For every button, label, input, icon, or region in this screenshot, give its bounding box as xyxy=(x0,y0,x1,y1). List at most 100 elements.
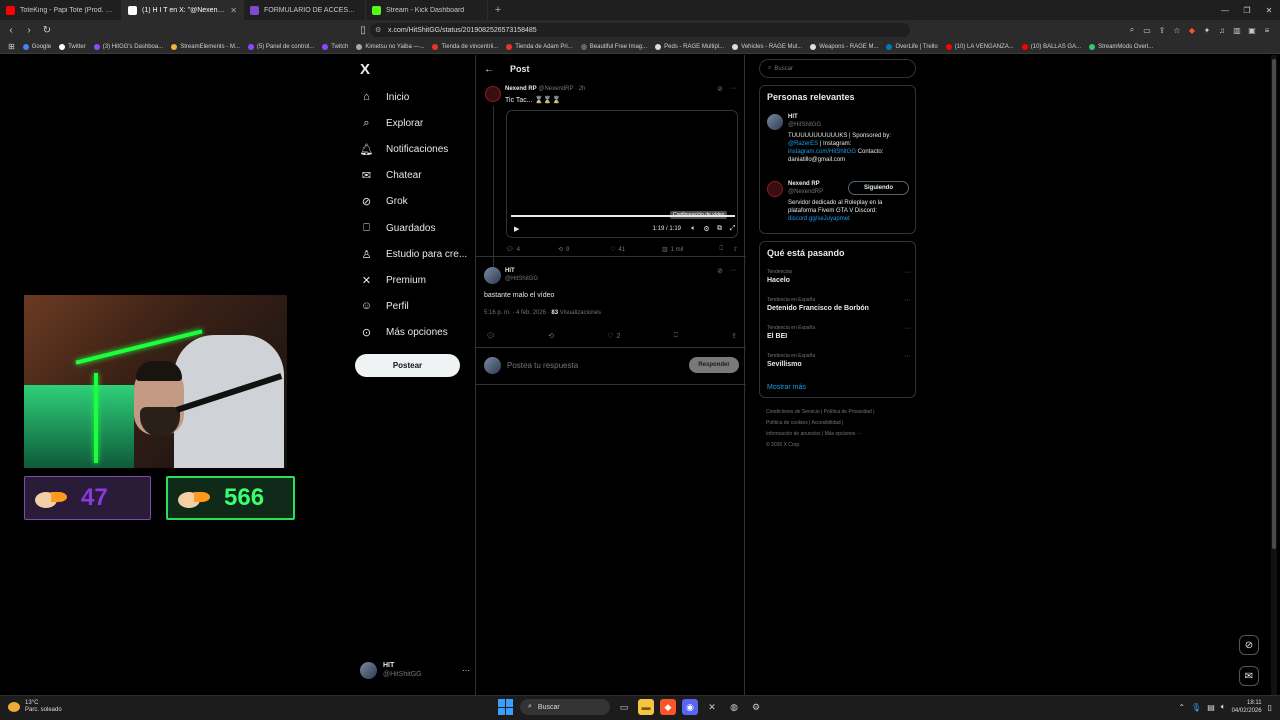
notifications-icon[interactable]: ▯ xyxy=(1268,703,1272,712)
zoom-icon[interactable]: ⌕ xyxy=(1127,23,1137,37)
post-author-name[interactable]: Nexend RP xyxy=(505,86,537,92)
cast-icon[interactable]: ▭ xyxy=(1142,23,1152,37)
system-clock[interactable]: 18:11 04/02/2026 xyxy=(1232,699,1262,715)
back-arrow-icon[interactable]: ← xyxy=(484,64,494,75)
avatar[interactable] xyxy=(767,114,783,130)
x-logo[interactable]: X xyxy=(360,61,370,78)
trend-item[interactable]: Tendencias Hacelo ··· xyxy=(767,269,911,284)
bookmark-item[interactable]: Vehicles - RAGE Mul... xyxy=(728,40,806,53)
brave-browser-icon[interactable]: ◆ xyxy=(660,699,676,715)
repost-action[interactable]: ⟲ 9 xyxy=(558,246,610,254)
bookmark-item[interactable]: Tienda de Adam Pri... xyxy=(502,40,576,53)
bookmark-item[interactable]: Google xyxy=(19,40,55,53)
bookmark-item[interactable]: (3) HitGG's Dashboa... xyxy=(90,40,168,53)
wallet-icon[interactable]: ▣ xyxy=(1247,23,1257,37)
nav-item-explorar[interactable]: ⌕ Explorar xyxy=(360,114,423,132)
browser-tab-2[interactable]: (1) H I T en X: "@NexendRP bas✕ xyxy=(122,0,244,20)
bookmark-item[interactable]: Tienda de vincentrii... xyxy=(428,40,502,53)
avatar[interactable] xyxy=(767,181,783,197)
close-icon[interactable]: ✕ xyxy=(230,6,237,15)
bookmark-item[interactable]: Twitch xyxy=(318,40,352,53)
reload-icon[interactable]: ↻ xyxy=(40,25,54,36)
bookmark-item[interactable]: (5) Panel de control... xyxy=(244,40,318,53)
more-horizontal-icon[interactable]: ··· xyxy=(730,267,737,275)
post-author-handle[interactable]: @HitShitGG xyxy=(505,275,538,283)
bookmark-icon[interactable]: ⎕ xyxy=(719,246,723,253)
bookmark-item[interactable]: Weapons - RAGE M... xyxy=(806,40,882,53)
nav-item-inicio[interactable]: ⌂ Inicio xyxy=(360,88,409,106)
more-horizontal-icon[interactable]: ··· xyxy=(462,666,470,675)
avatar[interactable] xyxy=(485,86,501,102)
bookmark-item[interactable]: Twitter xyxy=(55,40,90,53)
minimize-icon[interactable]: — xyxy=(1214,0,1236,20)
video-progress-bar[interactable] xyxy=(511,215,735,217)
browser-tab-1[interactable]: ToteKing - Papi Tote (Prod. 808 Biano xyxy=(0,0,122,20)
share-icon[interactable]: ⇪ xyxy=(1157,23,1167,37)
grok-floating-button[interactable]: ⊘ xyxy=(1239,635,1259,655)
obs-icon[interactable]: ◍ xyxy=(726,699,742,715)
trend-item[interactable]: Tendencia en España Detenido Francisco de… xyxy=(767,297,911,312)
nav-item-estudio[interactable]: ♙ Estudio para cre... xyxy=(360,245,468,263)
brave-shield-icon[interactable]: ◆ xyxy=(1187,23,1197,37)
following-button[interactable]: Siguiendo xyxy=(848,181,909,195)
search-input[interactable]: ⌕ Buscar xyxy=(759,59,916,78)
nav-item-perfil[interactable]: ☺ Perfil xyxy=(360,297,409,315)
bookmark-item[interactable]: OverLife | Trello xyxy=(882,40,941,53)
trend-item[interactable]: Tendencia en España El BEI ··· xyxy=(767,325,911,340)
nav-item-chatear[interactable]: ✉ Chatear xyxy=(360,166,422,184)
windows-start-icon[interactable] xyxy=(498,699,514,715)
bookmark-item[interactable]: (10) LA VENGANZA... xyxy=(942,40,1018,53)
reply-action[interactable]: 💬︎ 4 xyxy=(506,246,558,254)
browser-tab-4[interactable]: Stream - Kick Dashboard xyxy=(366,0,488,20)
menu-icon[interactable]: ≡ xyxy=(1262,23,1272,37)
taskbar-search[interactable]: ⌕ Buscar xyxy=(520,699,610,715)
post-author-name[interactable]: HIT xyxy=(505,267,538,275)
url-field[interactable]: ⚙ x.com/HitShitGG/status/2019082526573158… xyxy=(370,23,910,37)
more-horizontal-icon[interactable]: ··· xyxy=(904,269,911,276)
site-info-icon[interactable]: ⚙ xyxy=(375,26,381,34)
fullscreen-icon[interactable]: ⤢ xyxy=(726,225,737,233)
back-icon[interactable]: ‹ xyxy=(4,25,18,36)
nav-item-mas-opciones[interactable]: ⊙ Más opciones xyxy=(360,323,448,341)
grok-icon[interactable]: ⊘ xyxy=(717,85,723,93)
weather-widget[interactable]: 13°C Parc. soleado xyxy=(8,700,62,714)
share-action[interactable]: ⇪ xyxy=(731,332,737,340)
bookmark-page-icon[interactable]: ▯ xyxy=(356,25,370,36)
volume-icon[interactable]: 🔈︎ xyxy=(687,225,700,233)
nav-item-premium[interactable]: ✕ Premium xyxy=(360,271,426,289)
more-horizontal-icon[interactable]: ··· xyxy=(730,85,737,93)
new-tab-button[interactable]: + xyxy=(488,4,508,16)
grok-icon[interactable]: ⊘ xyxy=(717,267,723,275)
mic-icon[interactable]: 🎙︎ xyxy=(1191,703,1201,712)
play-icon[interactable]: ▶ xyxy=(514,225,519,233)
settings-gear-icon[interactable]: ⚙ xyxy=(748,699,764,715)
file-explorer-icon[interactable]: ▬ xyxy=(638,699,654,715)
more-horizontal-icon[interactable]: ··· xyxy=(904,353,911,360)
nav-item-notificaciones[interactable]: 🔔︎ Notificaciones xyxy=(360,140,449,158)
sidebar-icon[interactable]: ▥ xyxy=(1232,23,1242,37)
show-more-link[interactable]: Mostrar más xyxy=(767,384,806,391)
like-action[interactable]: ♡ 2 xyxy=(607,332,620,341)
account-switcher[interactable]: HIT @HitShitGG ··· xyxy=(360,661,470,679)
extensions-icon[interactable]: ✦ xyxy=(1202,23,1212,37)
maximize-icon[interactable]: ❐ xyxy=(1236,0,1258,20)
bookmark-item[interactable]: Peds - RAGE Multipl... xyxy=(651,40,728,53)
nav-item-grok[interactable]: ⊘ Grok xyxy=(360,192,408,210)
bookmark-action[interactable]: ⎕ xyxy=(674,332,678,340)
messages-floating-button[interactable]: ✉ xyxy=(1239,666,1259,686)
scrollbar-thumb[interactable] xyxy=(1272,59,1276,549)
chevron-up-icon[interactable]: ⌃ xyxy=(1178,703,1185,712)
settings-gear-icon[interactable]: ⚙ xyxy=(700,225,713,233)
reply-input[interactable]: Postea tu respuesta xyxy=(507,361,689,370)
picture-in-picture-icon[interactable]: ⧉ xyxy=(713,225,726,233)
more-horizontal-icon[interactable]: ··· xyxy=(904,297,911,304)
bookmark-item[interactable]: Kimetsu no Yaiba —... xyxy=(352,40,428,53)
reply-button[interactable]: Responder xyxy=(689,357,739,373)
close-window-icon[interactable]: ✕ xyxy=(1258,0,1280,20)
music-icon[interactable]: ♫ xyxy=(1217,23,1227,37)
discord-icon[interactable]: ◉ xyxy=(682,699,698,715)
post-button[interactable]: Postear xyxy=(355,354,460,377)
bookmark-item[interactable]: (10) BALLAS GA... xyxy=(1018,40,1085,53)
trend-item[interactable]: Tendencia en España Sevillismo ··· xyxy=(767,353,911,368)
video-player[interactable]: Configuración de vídeo ▶ 1:19 / 1:19 🔈︎ … xyxy=(506,110,738,238)
